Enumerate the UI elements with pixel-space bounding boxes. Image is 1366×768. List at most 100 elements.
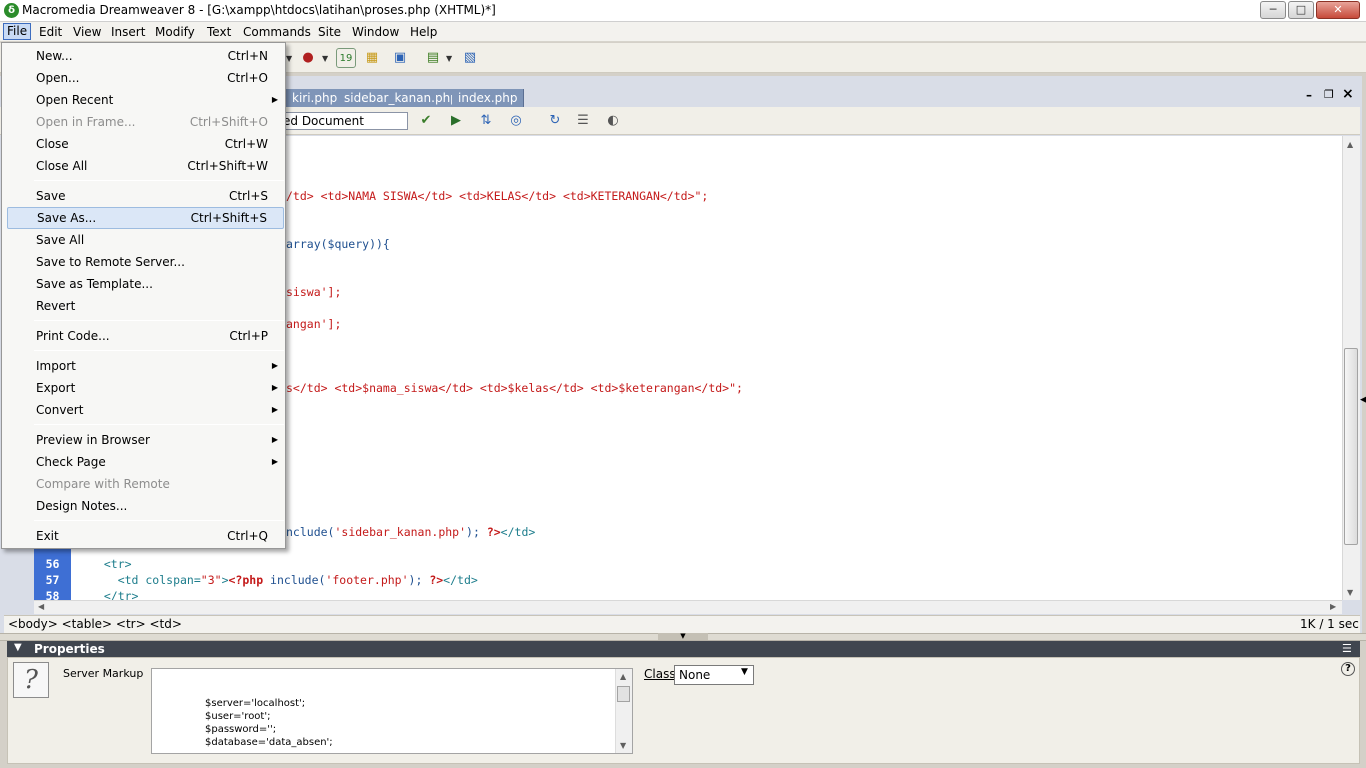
code-text: /td> <td>NAMA SISWA</td> <td>KELAS</td> … xyxy=(286,188,708,204)
menu-item-shortcut: Ctrl+P xyxy=(229,329,268,343)
chevron-down-icon[interactable]: ▼ xyxy=(741,667,748,677)
file-menu-preview-in-browser[interactable]: Preview in Browser ▶ xyxy=(7,429,284,451)
menu-modify[interactable]: Modify xyxy=(152,24,198,41)
file-menu-open-recent[interactable]: Open Recent ▶ xyxy=(7,89,284,111)
minimize-document-icon[interactable]: – xyxy=(1306,88,1312,102)
menu-commands[interactable]: Commands xyxy=(240,24,314,41)
menu-separator xyxy=(34,520,284,521)
menu-text[interactable]: Text xyxy=(204,24,234,41)
file-menu-save[interactable]: Save Ctrl+S xyxy=(7,185,284,207)
line-number: 58 xyxy=(45,589,60,600)
menu-help[interactable]: Help xyxy=(407,24,440,41)
menu-site[interactable]: Site xyxy=(315,24,344,41)
code-token: <?php xyxy=(228,573,264,587)
code-line: 56 <tr> xyxy=(34,556,1342,572)
chevron-down-icon[interactable]: ▼ xyxy=(14,642,22,653)
file-menu-exit[interactable]: Exit Ctrl+Q xyxy=(7,525,284,547)
code-text: <tr> xyxy=(90,556,132,572)
file-menu-close-all[interactable]: Close All Ctrl+Shift+W xyxy=(7,155,284,177)
form-element-icon[interactable]: ● xyxy=(298,48,318,68)
tab-kiri-php[interactable]: kiri.php xyxy=(286,89,345,107)
restore-document-icon[interactable]: ❐ xyxy=(1324,88,1334,101)
preview-browser-icon[interactable]: ◎ xyxy=(506,111,526,131)
close-window-button[interactable]: ✕ xyxy=(1316,1,1360,19)
file-menu-dropdown: New... Ctrl+N Open... Ctrl+O Open Recent ▶ Ope… xyxy=(1,42,286,549)
vertical-scroll-thumb[interactable] xyxy=(1344,348,1358,545)
menu-item-shortcut: Ctrl+Shift+O xyxy=(189,115,268,129)
panel-options-icon[interactable]: ☰ xyxy=(1342,641,1352,657)
menu-insert[interactable]: Insert xyxy=(108,24,148,41)
file-menu-new[interactable]: New... Ctrl+N xyxy=(7,45,284,67)
chevron-down-icon[interactable]: ▼ xyxy=(286,54,292,63)
menu-view[interactable]: View xyxy=(70,24,104,41)
file-menu-open[interactable]: Open... Ctrl+O xyxy=(7,67,284,89)
date-icon[interactable]: 19 xyxy=(336,48,356,68)
maximize-window-button[interactable]: □ xyxy=(1288,1,1314,19)
tag-chooser-icon[interactable]: ▧ xyxy=(460,48,480,68)
code-token: s</td> <td>$nama_siswa</td> <td>$kelas</… xyxy=(286,381,743,395)
collapse-arrow-icon[interactable]: ▼ xyxy=(658,633,708,640)
view-options-icon[interactable]: ☰ xyxy=(573,111,593,131)
chevron-down-icon[interactable]: ▼ xyxy=(446,54,452,63)
check-browser-icon[interactable]: ▶ xyxy=(446,111,466,131)
comment-icon[interactable]: ▣ xyxy=(390,48,410,68)
menu-window[interactable]: Window xyxy=(349,24,402,41)
scroll-left-icon[interactable]: ◀ xyxy=(38,602,44,611)
horizontal-scrollbar[interactable] xyxy=(34,600,1342,614)
tag-selector[interactable]: <body> <table> <tr> <td> xyxy=(8,617,182,631)
file-menu-save-as-template[interactable]: Save as Template... xyxy=(7,273,284,295)
code-token: > xyxy=(221,573,229,587)
scroll-right-icon[interactable]: ▶ xyxy=(1330,602,1336,611)
menu-item-label: Print Code... xyxy=(36,329,110,343)
menu-edit[interactable]: Edit xyxy=(36,24,65,41)
submenu-arrow-icon: ▶ xyxy=(271,361,278,370)
scroll-up-icon[interactable]: ▲ xyxy=(1347,140,1353,149)
menu-item-label: Save as Template... xyxy=(36,277,153,291)
scroll-down-icon[interactable]: ▼ xyxy=(1347,588,1353,597)
code-token: 'footer.php' xyxy=(325,573,409,587)
file-menu-save-all[interactable]: Save All xyxy=(7,229,284,251)
class-label: Class xyxy=(644,667,676,681)
code-text: siswa']; xyxy=(286,284,341,300)
panel-expand-icon[interactable]: ◀ xyxy=(1360,395,1366,405)
scroll-down-icon[interactable]: ▼ xyxy=(620,741,626,750)
file-menu-close[interactable]: Close Ctrl+W xyxy=(7,133,284,155)
menu-item-shortcut: Ctrl+N xyxy=(227,49,268,63)
server-side-include-icon[interactable]: ▦ xyxy=(362,48,382,68)
menu-file[interactable]: File xyxy=(3,23,32,40)
file-menu-import[interactable]: Import ▶ xyxy=(7,355,284,377)
document-title-input[interactable]: ed Document xyxy=(272,112,408,130)
chevron-down-icon[interactable]: ▼ xyxy=(322,54,328,63)
markup-scroll-thumb[interactable] xyxy=(617,686,630,702)
close-document-icon[interactable]: × xyxy=(1342,86,1354,102)
menu-item-label: Save As... xyxy=(37,211,97,225)
tab-sidebar-kanan-php[interactable]: sidebar_kanan.php xyxy=(338,89,465,107)
tab-index-php[interactable]: index.php xyxy=(452,89,525,107)
help-icon[interactable]: ? xyxy=(1341,662,1355,676)
file-menu-convert[interactable]: Convert ▶ xyxy=(7,399,284,421)
file-menu-design-notes[interactable]: Design Notes... xyxy=(7,495,284,517)
file-menu-revert[interactable]: Revert xyxy=(7,295,284,317)
visual-aids-icon[interactable]: ◐ xyxy=(603,111,623,131)
templates-icon[interactable]: ▤ xyxy=(423,48,443,68)
validate-icon[interactable]: ✔ xyxy=(416,111,436,131)
file-menu-save-as[interactable]: Save As... Ctrl+Shift+S xyxy=(7,207,284,229)
file-transfer-icon[interactable]: ⇅ xyxy=(476,111,496,131)
submenu-arrow-icon: ▶ xyxy=(271,95,278,104)
menu-item-label: Open in Frame... xyxy=(36,115,136,129)
file-menu-save-to-remote-server[interactable]: Save to Remote Server... xyxy=(7,251,284,273)
dreamweaver-app-icon[interactable]: δ xyxy=(4,3,19,18)
menu-item-label: New... xyxy=(36,49,73,63)
menu-item-label: Exit xyxy=(36,529,59,543)
file-menu-export[interactable]: Export ▶ xyxy=(7,377,284,399)
file-menu-print-code[interactable]: Print Code... Ctrl+P xyxy=(7,325,284,347)
refresh-icon[interactable]: ↻ xyxy=(545,111,565,131)
menu-item-shortcut: Ctrl+Shift+W xyxy=(187,159,268,173)
scroll-up-icon[interactable]: ▲ xyxy=(620,672,626,681)
code-token: ); xyxy=(408,573,430,587)
menu-item-label: Design Notes... xyxy=(36,499,128,513)
minimize-window-button[interactable]: ─ xyxy=(1260,1,1286,19)
code-text: nclude('sidebar_kanan.php'); ?></td> xyxy=(286,524,535,540)
properties-panel-header[interactable] xyxy=(7,641,1360,657)
file-menu-check-page[interactable]: Check Page ▶ xyxy=(7,451,284,473)
